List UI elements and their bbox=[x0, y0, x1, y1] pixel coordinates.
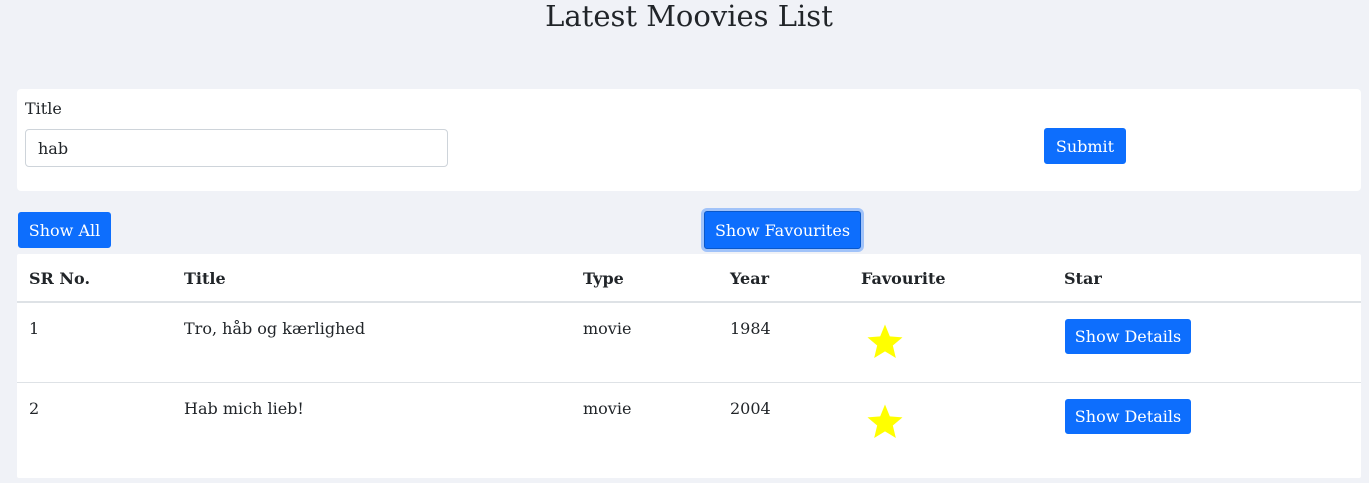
header-title: Title bbox=[184, 269, 226, 288]
header-type: Type bbox=[583, 269, 624, 288]
show-details-button[interactable]: Show Details bbox=[1065, 319, 1191, 354]
page-title: Latest Moovies List bbox=[545, 0, 833, 33]
show-favourites-button[interactable]: Show Favourites bbox=[704, 211, 861, 249]
title-label: Title bbox=[25, 99, 62, 118]
header-sr-no: SR No. bbox=[29, 269, 91, 288]
header-year: Year bbox=[730, 269, 770, 288]
cell-sr-no: 2 bbox=[29, 399, 40, 418]
header-favourite: Favourite bbox=[861, 269, 946, 288]
table-row: 2 Hab mich lieb! movie 2004 Show Details bbox=[17, 384, 1361, 463]
title-search-input[interactable] bbox=[25, 129, 448, 167]
cell-type: movie bbox=[583, 319, 632, 338]
table-header: SR No. Title Type Year Favourite Star bbox=[17, 254, 1361, 303]
cell-title: Hab mich lieb! bbox=[184, 399, 304, 418]
header-star: Star bbox=[1064, 269, 1102, 288]
show-all-button[interactable]: Show All bbox=[18, 212, 111, 248]
cell-type: movie bbox=[583, 399, 632, 418]
star-icon[interactable] bbox=[865, 402, 905, 442]
cell-year: 1984 bbox=[730, 319, 771, 338]
search-form: Title Submit bbox=[17, 89, 1361, 191]
star-icon[interactable] bbox=[865, 322, 905, 362]
table-row: 1 Tro, håb og kærlighed movie 1984 Show … bbox=[17, 304, 1361, 383]
cell-year: 2004 bbox=[730, 399, 771, 418]
show-details-button[interactable]: Show Details bbox=[1065, 399, 1191, 434]
cell-title: Tro, håb og kærlighed bbox=[184, 319, 366, 338]
movies-table: SR No. Title Type Year Favourite Star 1 … bbox=[17, 254, 1361, 478]
submit-button[interactable]: Submit bbox=[1044, 128, 1126, 164]
cell-sr-no: 1 bbox=[29, 319, 40, 338]
